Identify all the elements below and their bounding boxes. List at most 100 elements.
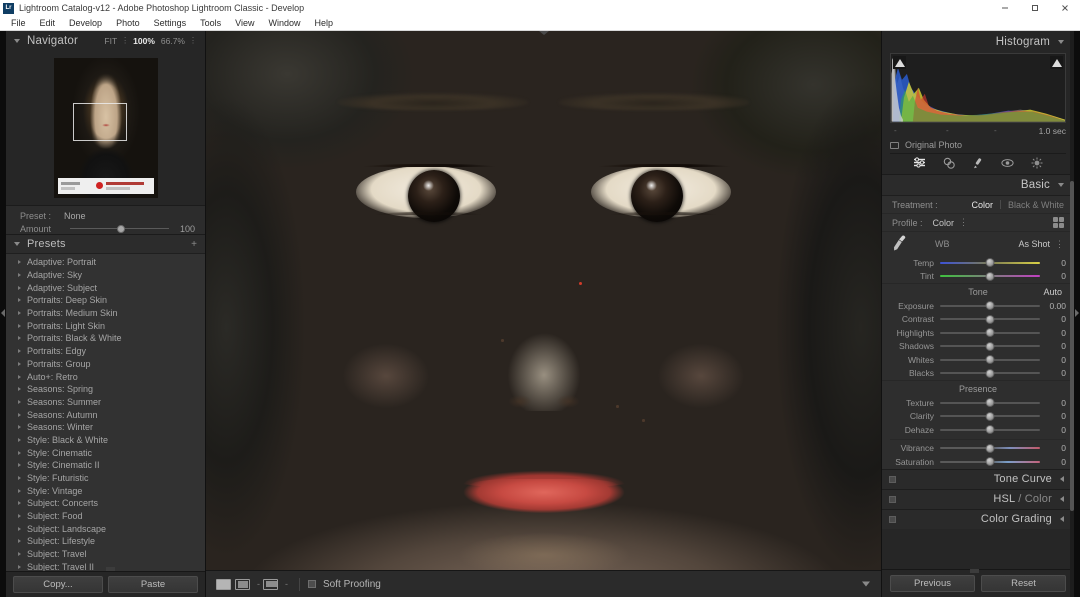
menu-tools[interactable]: Tools <box>193 16 228 30</box>
zoom-100[interactable]: 100% <box>131 36 157 46</box>
panel-enable-switch[interactable] <box>889 515 896 523</box>
collapsed-panel-tone-curve[interactable]: Tone Curve <box>882 468 1074 489</box>
preset-item[interactable]: Subject: Concerts <box>6 497 205 510</box>
slider-texture[interactable]: Texture 0 <box>882 396 1074 410</box>
slider-knob[interactable] <box>985 411 995 421</box>
zoom-fit[interactable]: FIT <box>102 36 119 46</box>
menu-file[interactable]: File <box>4 16 33 30</box>
shadow-clipping-indicator[interactable] <box>893 56 906 69</box>
preset-item[interactable]: Portraits: Deep Skin <box>6 294 205 307</box>
slider-vibrance[interactable]: Vibrance 0 <box>882 442 1074 456</box>
treatment-bw-option[interactable]: Black & White <box>1008 200 1064 210</box>
menu-settings[interactable]: Settings <box>147 16 194 30</box>
amount-slider-knob[interactable] <box>117 224 126 233</box>
left-panel-resize-handle[interactable] <box>106 567 115 571</box>
slider-track[interactable] <box>940 314 1040 324</box>
slider-value[interactable]: 0 <box>1040 271 1066 281</box>
right-panel-resize-handle[interactable] <box>970 569 979 573</box>
reset-button[interactable]: Reset <box>981 575 1066 592</box>
slider-value[interactable]: 0 <box>1040 314 1066 324</box>
compare-view-dropdown-dot[interactable]: - <box>257 579 260 589</box>
preset-item[interactable]: Seasons: Autumn <box>6 408 205 421</box>
slider-value[interactable]: 0 <box>1040 355 1066 365</box>
slider-shadows[interactable]: Shadows 0 <box>882 340 1074 354</box>
preset-item[interactable]: Style: Futuristic <box>6 472 205 485</box>
slider-highlights[interactable]: Highlights 0 <box>882 326 1074 340</box>
slider-value[interactable]: 0 <box>1040 443 1066 453</box>
chevron-down-icon[interactable] <box>1058 183 1064 187</box>
preset-item[interactable]: Subject: Landscape <box>6 522 205 535</box>
slider-value[interactable]: 0 <box>1040 457 1066 467</box>
preset-item[interactable]: Seasons: Summer <box>6 396 205 409</box>
preset-item[interactable]: Subject: Food <box>6 510 205 523</box>
slider-value[interactable]: 0 <box>1040 328 1066 338</box>
slider-knob[interactable] <box>985 425 995 435</box>
survey-view-icon[interactable] <box>263 578 278 590</box>
collapsed-panel-hsl[interactable]: HSL / Color <box>882 488 1074 509</box>
preset-item[interactable]: Subject: Lifestyle <box>6 535 205 548</box>
slider-value[interactable]: 0 <box>1040 341 1066 351</box>
red-eye-tool-icon[interactable] <box>1001 158 1014 171</box>
collapsed-panel-color-grading[interactable]: Color Grading <box>882 508 1074 529</box>
adjustment-brush-icon[interactable] <box>972 157 984 172</box>
preset-item[interactable]: Adaptive: Sky <box>6 269 205 282</box>
slider-knob[interactable] <box>985 271 995 281</box>
highlight-clipping-indicator[interactable] <box>1050 56 1063 69</box>
menu-photo[interactable]: Photo <box>109 16 147 30</box>
preset-item[interactable]: Portraits: Group <box>6 358 205 371</box>
chevron-down-icon[interactable] <box>1058 40 1064 44</box>
profile-value[interactable]: Color <box>933 218 955 228</box>
zoom-more-dots[interactable]: ⋮ <box>189 36 197 45</box>
minimize-button[interactable] <box>990 0 1020 16</box>
slider-contrast[interactable]: Contrast 0 <box>882 313 1074 327</box>
menu-view[interactable]: View <box>228 16 261 30</box>
soft-proofing-checkbox[interactable] <box>308 580 316 588</box>
preset-item[interactable]: Auto+: Retro <box>6 370 205 383</box>
slider-track[interactable] <box>940 443 1040 453</box>
close-button[interactable] <box>1050 0 1080 16</box>
slider-track[interactable] <box>940 341 1040 351</box>
slider-clarity[interactable]: Clarity 0 <box>882 410 1074 424</box>
panel-enable-switch[interactable] <box>889 475 896 483</box>
slider-track[interactable] <box>940 411 1040 421</box>
menu-window[interactable]: Window <box>262 16 308 30</box>
preset-item[interactable]: Style: Cinematic <box>6 446 205 459</box>
slider-knob[interactable] <box>985 328 995 338</box>
histogram-graph[interactable] <box>890 53 1066 123</box>
slider-knob[interactable] <box>985 398 995 408</box>
menu-help[interactable]: Help <box>308 16 341 30</box>
slider-knob[interactable] <box>985 443 995 453</box>
slider-value[interactable]: 0 <box>1040 368 1066 378</box>
profile-dropdown-dots[interactable]: ⋮ <box>959 217 968 228</box>
navigator-preview-area[interactable] <box>6 50 205 205</box>
slider-track[interactable] <box>940 398 1040 408</box>
masking-tool-icon[interactable] <box>1031 157 1043 172</box>
slider-knob[interactable] <box>985 301 995 311</box>
slider-value[interactable]: 0 <box>1040 258 1066 268</box>
paste-button[interactable]: Paste <box>108 576 198 593</box>
slider-track[interactable] <box>940 258 1040 268</box>
loupe-view-icon[interactable] <box>216 578 231 590</box>
treatment-color-option[interactable]: Color <box>971 200 993 210</box>
panel-enable-switch[interactable] <box>889 495 896 503</box>
chevron-left-icon[interactable] <box>1060 476 1064 482</box>
preset-item[interactable]: Style: Cinematic II <box>6 459 205 472</box>
original-photo-row[interactable]: Original Photo <box>890 137 1066 154</box>
slider-blacks[interactable]: Blacks 0 <box>882 367 1074 381</box>
healing-brush-icon[interactable] <box>943 157 955 172</box>
photo-canvas[interactable] <box>206 31 881 570</box>
navigator-header[interactable]: Navigator FIT ⋮ 100% 66.7% ⋮ <box>6 31 205 50</box>
crop-tool-icon[interactable] <box>913 157 926 171</box>
preset-item[interactable]: Adaptive: Subject <box>6 281 205 294</box>
white-balance-eyedropper-icon[interactable] <box>890 234 908 255</box>
add-preset-icon[interactable]: + <box>191 239 197 250</box>
preset-item[interactable]: Portraits: Edgy <box>6 345 205 358</box>
preset-item[interactable]: Style: Vintage <box>6 484 205 497</box>
slider-dehaze[interactable]: Dehaze 0 <box>882 423 1074 437</box>
preset-item[interactable]: Portraits: Light Skin <box>6 319 205 332</box>
chevron-left-icon[interactable] <box>1060 496 1064 502</box>
preset-value[interactable]: None <box>64 211 86 221</box>
slider-value[interactable]: 0 <box>1040 425 1066 435</box>
zoom-fit-dots[interactable]: ⋮ <box>121 36 129 45</box>
slider-knob[interactable] <box>985 258 995 268</box>
